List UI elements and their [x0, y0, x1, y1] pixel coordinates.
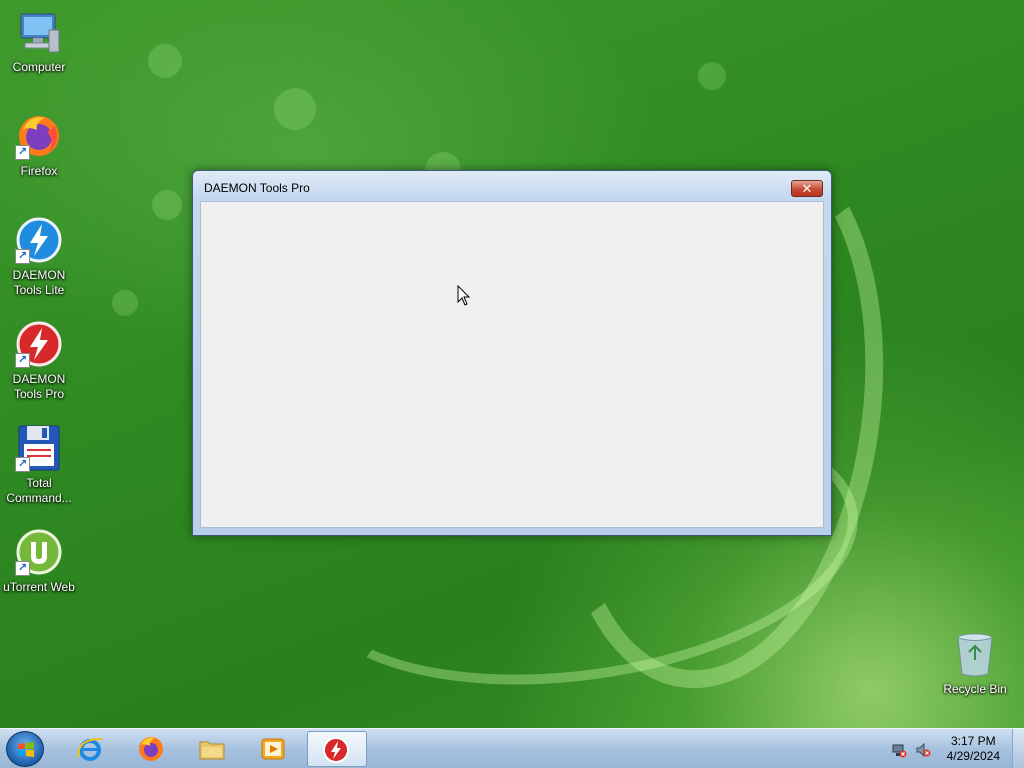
- computer-icon: [15, 8, 63, 56]
- taskbar-daemon-tools-pro[interactable]: [307, 731, 367, 767]
- window-titlebar[interactable]: DAEMON Tools Pro ✕: [193, 171, 831, 201]
- taskbar-media-player[interactable]: [245, 731, 301, 767]
- desktop-icon-recycle-bin[interactable]: Recycle Bin: [936, 630, 1014, 697]
- start-button[interactable]: [6, 731, 44, 767]
- shortcut-arrow-icon: ↗: [15, 145, 30, 160]
- desktop-icon-daemon-tools-pro[interactable]: ↗ DAEMON Tools Pro: [0, 320, 78, 402]
- shortcut-arrow-icon: ↗: [15, 457, 30, 472]
- desktop-icon-label: DAEMON Tools Pro: [12, 372, 66, 401]
- wallpaper-bokeh: [152, 190, 182, 220]
- utorrent-icon: ↗: [15, 528, 63, 576]
- window-title: DAEMON Tools Pro: [204, 181, 310, 195]
- file-explorer-icon: [199, 741, 225, 760]
- shortcut-arrow-icon: ↗: [15, 249, 30, 264]
- recycle-bin-icon: [951, 630, 999, 678]
- daemon-tools-lite-icon: ↗: [15, 216, 63, 264]
- internet-explorer-icon: [77, 738, 103, 761]
- desktop-icon-label: uTorrent Web: [3, 580, 75, 594]
- desktop-icon-total-commander[interactable]: ↗ Total Command...: [0, 424, 78, 506]
- wallpaper-bokeh: [698, 62, 726, 90]
- clock-time: 3:17 PM: [950, 734, 996, 748]
- desktop-icon-computer[interactable]: Computer: [0, 8, 78, 75]
- taskbar-internet-explorer[interactable]: [62, 731, 118, 767]
- taskbar-firefox[interactable]: [123, 731, 179, 767]
- close-button[interactable]: ✕: [791, 180, 823, 197]
- wallpaper-bokeh: [112, 290, 138, 316]
- clock-date: 4/29/2024: [946, 749, 1000, 763]
- desktop-icon-firefox[interactable]: ↗ Firefox: [0, 112, 78, 179]
- desktop-icon-label: Computer: [12, 60, 66, 74]
- desktop-icon-label: Total Command...: [6, 476, 72, 505]
- daemon-tools-pro-icon: [323, 737, 349, 763]
- floppy-disk-icon: ↗: [15, 424, 63, 472]
- system-clock[interactable]: 3:17 PM 4/29/2024: [947, 734, 1000, 764]
- taskbar-file-explorer[interactable]: [184, 731, 240, 767]
- wallpaper-bokeh: [148, 44, 182, 78]
- desktop-icon-utorrent-web[interactable]: ↗ uTorrent Web: [0, 528, 78, 595]
- window-client-area: [200, 201, 824, 528]
- network-disconnected-icon[interactable]: [891, 742, 907, 758]
- desktop-icon-label: Recycle Bin: [943, 682, 1007, 696]
- taskbar: 3:17 PM 4/29/2024: [0, 728, 1024, 768]
- system-tray: 3:17 PM 4/29/2024: [874, 729, 1024, 768]
- desktop-icon-daemon-tools-lite[interactable]: ↗ DAEMON Tools Lite: [0, 216, 78, 298]
- mouse-cursor-icon: [457, 284, 471, 312]
- shortcut-arrow-icon: ↗: [15, 561, 30, 576]
- firefox-icon: ↗: [15, 112, 63, 160]
- shortcut-arrow-icon: ↗: [15, 353, 30, 368]
- desktop-icon-label: Firefox: [20, 164, 58, 178]
- daemon-tools-pro-window[interactable]: DAEMON Tools Pro ✕: [192, 170, 832, 536]
- media-player-icon: [261, 738, 285, 760]
- volume-muted-icon[interactable]: [915, 742, 931, 758]
- windows-logo-icon: [18, 742, 34, 757]
- firefox-icon: [139, 737, 163, 761]
- show-desktop-button[interactable]: [1012, 729, 1024, 768]
- desktop-icon-label: DAEMON Tools Lite: [12, 268, 66, 297]
- daemon-tools-pro-icon: ↗: [15, 320, 63, 368]
- wallpaper-bokeh: [274, 88, 316, 130]
- close-icon: ✕: [801, 181, 813, 196]
